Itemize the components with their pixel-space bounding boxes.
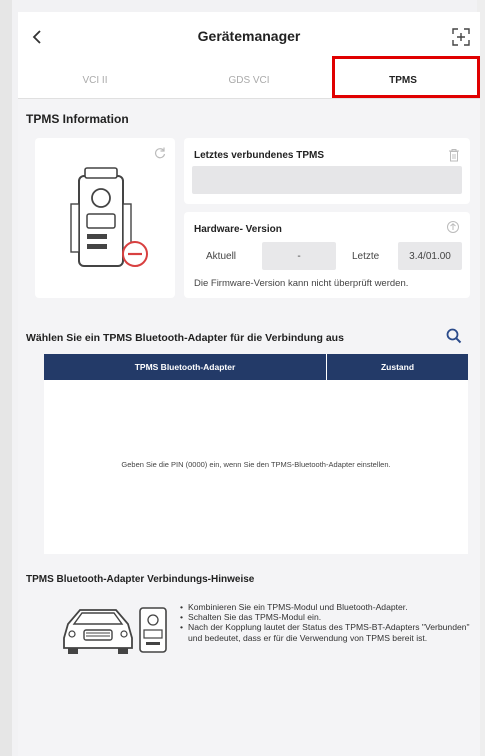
connection-hints-list: Kombinieren Sie ein TPMS-Modul und Bluet… bbox=[180, 602, 480, 643]
search-icon[interactable] bbox=[446, 328, 462, 344]
hint-item: Schalten Sie das TPMS-Modul ein. bbox=[180, 612, 480, 622]
trash-icon[interactable] bbox=[448, 148, 460, 162]
update-icon[interactable] bbox=[446, 220, 460, 234]
app-window: Gerätemanager VCI II GDS VCI TPMS TPMS I… bbox=[0, 0, 485, 756]
firmware-note: Die Firmware-Version kann nicht überprüf… bbox=[194, 278, 409, 289]
latest-version-label: Letzte bbox=[352, 250, 380, 262]
hint-item: Nach der Kopplung lautet der Status des … bbox=[180, 622, 480, 642]
empty-table-message: Geben Sie die PIN (0000) ein, wenn Sie d… bbox=[121, 460, 391, 469]
last-connected-card: Letztes verbundenes TPMS bbox=[184, 138, 470, 204]
adapter-table: TPMS Bluetooth-Adapter Zustand Geben Sie… bbox=[44, 354, 468, 554]
hardware-version-label: Hardware- Version bbox=[194, 224, 282, 235]
last-connected-field bbox=[192, 166, 462, 194]
device-manager-screen: Gerätemanager VCI II GDS VCI TPMS TPMS I… bbox=[18, 12, 480, 756]
refresh-icon[interactable] bbox=[153, 146, 167, 160]
column-header-state: Zustand bbox=[380, 362, 415, 372]
expand-button[interactable] bbox=[450, 26, 472, 48]
expand-icon bbox=[452, 28, 470, 46]
connection-hints-heading: TPMS Bluetooth-Adapter Verbindungs-Hinwe… bbox=[26, 574, 255, 585]
tpms-device-card bbox=[35, 138, 175, 298]
page-title: Gerätemanager bbox=[197, 28, 301, 44]
tpms-device-illustration bbox=[70, 167, 148, 267]
window-frame-left bbox=[0, 0, 12, 756]
current-version-value: - bbox=[262, 242, 336, 270]
adapter-table-header: TPMS Bluetooth-Adapter Zustand bbox=[44, 354, 468, 380]
adapter-selection-heading: Wählen Sie ein TPMS Bluetooth-Adapter fü… bbox=[26, 332, 344, 344]
tab-vci-ii[interactable]: VCI II bbox=[18, 62, 172, 98]
hardware-version-card: Hardware- Version Aktuell - Letzte 3.4/0… bbox=[184, 212, 470, 298]
latest-version-value: 3.4/01.00 bbox=[398, 242, 462, 270]
last-connected-label: Letztes verbundenes TPMS bbox=[194, 150, 325, 161]
hint-item: Kombinieren Sie ein TPMS-Modul und Bluet… bbox=[180, 602, 480, 612]
column-header-adapter: TPMS Bluetooth-Adapter bbox=[44, 354, 327, 380]
tpms-information-heading: TPMS Information bbox=[26, 112, 129, 126]
hardware-version-row: Aktuell - Letzte 3.4/01.00 bbox=[192, 242, 462, 270]
adapter-table-body: Geben Sie die PIN (0000) ein, wenn Sie d… bbox=[44, 380, 468, 554]
top-bar: Gerätemanager bbox=[18, 12, 480, 62]
tpms-tab-highlight-box bbox=[332, 56, 480, 98]
car-adapter-illustration bbox=[63, 607, 167, 654]
tab-gds-vci[interactable]: GDS VCI bbox=[172, 62, 326, 98]
current-version-label: Aktuell bbox=[206, 250, 237, 262]
